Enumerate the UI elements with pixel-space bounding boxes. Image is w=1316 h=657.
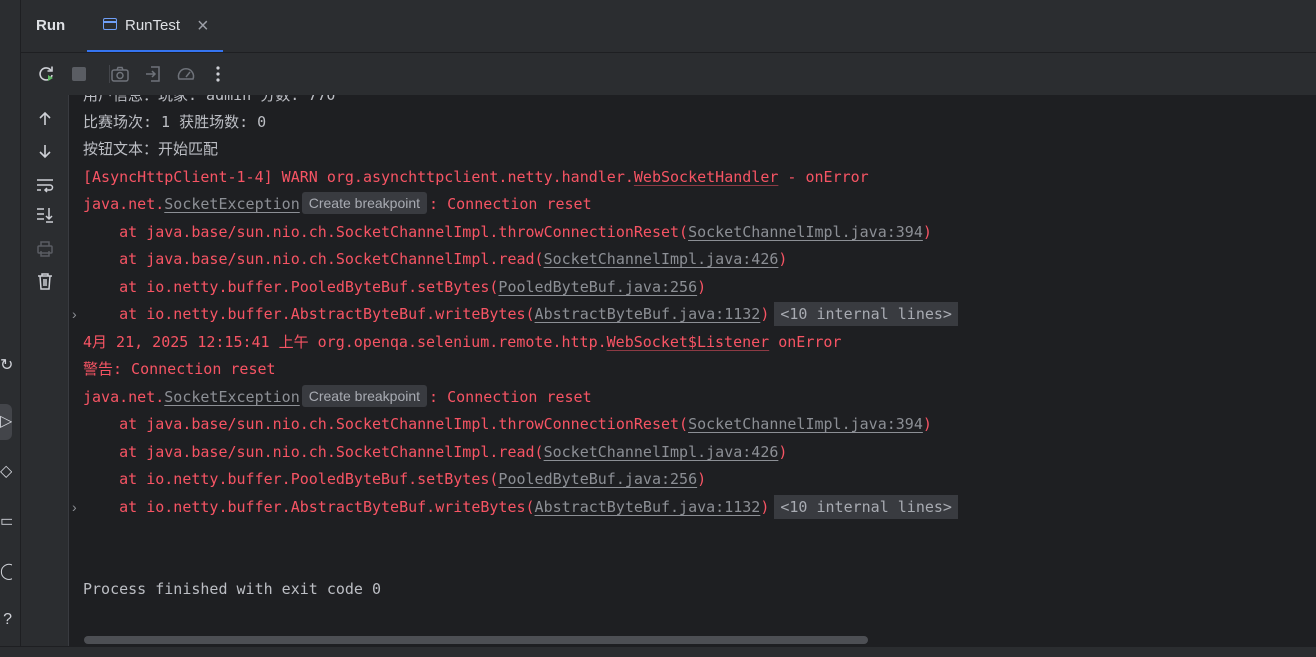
console-line-warn: [AsyncHttpClient-1-4] WARN org.asynchttp… <box>83 165 869 189</box>
stack-frame: at java.base/sun.nio.ch.SocketChannelImp… <box>83 412 932 436</box>
warn-suffix: - onError <box>778 168 869 186</box>
stack-frame-text: at io.netty.buffer.AbstractByteBuf.write… <box>83 498 535 516</box>
console-line-user-info: 用户信息：玩家: admin 分数: 770 <box>83 95 336 104</box>
exception-message: : Connection reset <box>429 195 592 213</box>
exception-prefix: java.net. <box>83 388 165 406</box>
stack-frame-end: ) <box>697 278 707 296</box>
exception-class-link[interactable]: SocketException <box>164 388 299 406</box>
stack-frame-text: at java.base/sun.nio.ch.SocketChannelImp… <box>83 223 689 241</box>
fold-expand-icon[interactable]: › <box>72 306 77 322</box>
console-line-warning-msg: 警告: Connection reset <box>83 360 276 378</box>
stack-frame-end: ) <box>697 470 707 488</box>
problems-icon[interactable]: ◯ <box>0 562 12 582</box>
services-icon[interactable]: ↻ <box>0 356 12 376</box>
dashboard-icon[interactable] <box>174 62 198 86</box>
close-icon[interactable]: × <box>197 14 209 38</box>
run-panel-header: Run RunTest × <box>21 0 1316 53</box>
camera-icon[interactable] <box>108 62 132 86</box>
source-link[interactable]: AbstractByteBuf.java:1132 <box>535 498 761 516</box>
console-line-match-count: 比赛场次: 1 获胜场数: 0 <box>83 113 267 131</box>
stack-frame-text: at java.base/sun.nio.ch.SocketChannelImp… <box>83 250 544 268</box>
console-side-toolbar <box>21 95 69 656</box>
exception-prefix: java.net. <box>83 195 165 213</box>
tab-runtest-label: RunTest <box>125 17 181 34</box>
source-link[interactable]: SocketChannelImpl.java:394 <box>688 415 923 433</box>
stack-frame-text: at io.netty.buffer.AbstractByteBuf.write… <box>83 305 535 323</box>
console-line-exception: java.net.SocketException Create breakpoin… <box>83 385 592 409</box>
console-output[interactable]: 用户信息：玩家: admin 分数: 770 比赛场次: 1 获胜场数: 0 按… <box>69 95 1316 640</box>
console-line-process-finished: Process finished with exit code 0 <box>83 580 382 598</box>
create-breakpoint-button[interactable]: Create breakpoint <box>301 192 428 214</box>
run-tool-icon[interactable]: ▷ <box>0 412 12 432</box>
stack-frame-end: ) <box>760 305 770 323</box>
stack-frame-end: ) <box>760 498 770 516</box>
stack-frame: at java.base/sun.nio.ch.SocketChannelImp… <box>83 220 932 244</box>
git-icon[interactable]: ◇ <box>0 462 12 482</box>
source-link[interactable]: AbstractByteBuf.java:1132 <box>535 305 761 323</box>
stop-icon[interactable] <box>67 62 91 86</box>
console-line-button-text: 按钮文本：开始匹配 <box>83 140 219 158</box>
terminal-icon[interactable]: ▭ <box>0 512 12 532</box>
source-link[interactable]: SocketChannelImpl.java:394 <box>688 223 923 241</box>
stack-frame: at java.base/sun.nio.ch.SocketChannelImp… <box>83 440 787 464</box>
print-icon[interactable] <box>33 237 57 261</box>
stack-frame: at io.netty.buffer.AbstractByteBuf.write… <box>83 495 958 519</box>
rerun-icon[interactable] <box>34 62 58 86</box>
stack-frame: at io.netty.buffer.PooledByteBuf.setByte… <box>83 467 706 491</box>
soft-wrap-icon[interactable] <box>33 173 57 197</box>
warn-prefix: [AsyncHttpClient-1-4] WARN org.asynchttp… <box>83 168 634 186</box>
stack-frame-end: ) <box>778 250 788 268</box>
stack-frame: at io.netty.buffer.PooledByteBuf.setByte… <box>83 275 706 299</box>
trash-icon[interactable] <box>33 269 57 293</box>
source-link[interactable]: PooledByteBuf.java:256 <box>498 470 697 488</box>
exception-message: : Connection reset <box>429 388 592 406</box>
console-line-exception: java.net.SocketException Create breakpoin… <box>83 192 592 216</box>
internal-lines-fold[interactable]: <10 internal lines> <box>774 302 958 326</box>
source-link[interactable]: SocketChannelImpl.java:426 <box>544 250 779 268</box>
fold-expand-icon[interactable]: › <box>72 499 77 515</box>
stack-frame-text: at io.netty.buffer.PooledByteBuf.setByte… <box>83 278 499 296</box>
stack-frame-end: ) <box>922 415 932 433</box>
tab-runtest[interactable]: RunTest × <box>87 0 223 52</box>
create-breakpoint-button[interactable]: Create breakpoint <box>301 385 428 407</box>
warn-prefix: 4月 21, 2025 12:15:41 上午 org.openqa.selen… <box>83 333 607 351</box>
more-icon[interactable] <box>206 62 230 86</box>
stack-frame-text: at io.netty.buffer.PooledByteBuf.setByte… <box>83 470 499 488</box>
source-link[interactable]: PooledByteBuf.java:256 <box>498 278 697 296</box>
arrow-up-icon[interactable] <box>33 107 57 131</box>
class-link[interactable]: WebSocketHandler <box>634 168 779 186</box>
internal-lines-fold[interactable]: <10 internal lines> <box>774 495 958 519</box>
import-icon[interactable] <box>141 62 165 86</box>
scroll-to-end-icon[interactable] <box>33 203 57 227</box>
run-config-icon <box>103 18 117 30</box>
console-line-warn: 4月 21, 2025 12:15:41 上午 org.openqa.selen… <box>83 330 841 354</box>
run-panel-title: Run <box>36 17 66 34</box>
status-bar <box>0 646 1316 657</box>
stack-frame: at io.netty.buffer.AbstractByteBuf.write… <box>83 302 958 326</box>
stack-frame-text: at java.base/sun.nio.ch.SocketChannelImp… <box>83 415 689 433</box>
help-icon[interactable]: ? <box>0 610 12 630</box>
warn-suffix: onError <box>769 333 842 351</box>
horizontal-scrollbar[interactable] <box>84 636 868 644</box>
stack-frame-end: ) <box>922 223 932 241</box>
class-link[interactable]: WebSocket$Listener <box>607 333 770 351</box>
source-link[interactable]: SocketChannelImpl.java:426 <box>544 443 779 461</box>
arrow-down-icon[interactable] <box>33 139 57 163</box>
exception-class-link[interactable]: SocketException <box>164 195 299 213</box>
stack-frame-text: at java.base/sun.nio.ch.SocketChannelImp… <box>83 443 544 461</box>
run-toolbar <box>21 53 1316 95</box>
tool-window-strip: ↻ ▷ ◇ ▭ ◯ ? <box>0 0 21 656</box>
stack-frame-end: ) <box>778 443 788 461</box>
stack-frame: at java.base/sun.nio.ch.SocketChannelImp… <box>83 247 787 271</box>
